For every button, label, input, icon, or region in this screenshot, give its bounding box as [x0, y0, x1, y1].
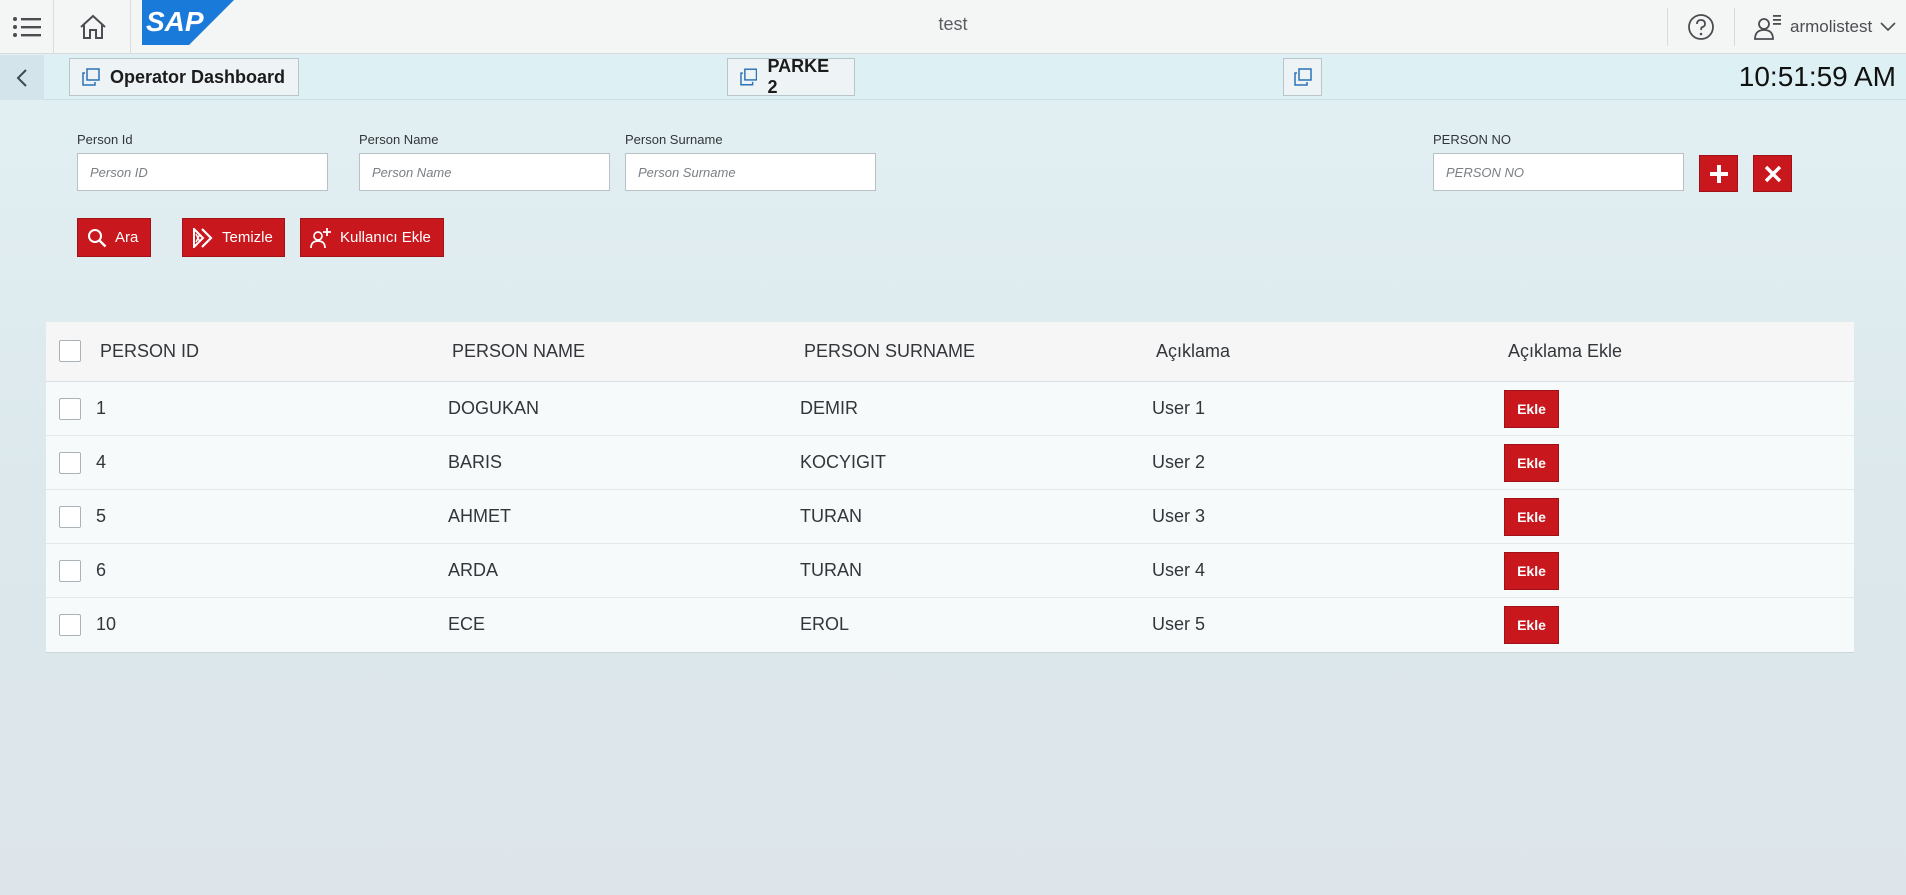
chevron-left-icon — [16, 68, 27, 87]
cell-aciklama: User 5 — [1152, 614, 1206, 634]
home-button[interactable] — [55, 0, 131, 54]
parke-label: PARKE 2 — [767, 56, 830, 97]
operator-dashboard-button[interactable]: Operator Dashboard — [69, 58, 299, 96]
menu-button[interactable] — [0, 0, 54, 54]
table-row[interactable]: 1 DOGUKAN DEMIR User 1 Ekle — [46, 382, 1854, 436]
open-window-icon — [1293, 68, 1312, 86]
row-checkbox[interactable] — [59, 452, 81, 474]
sap-logo-text: SAP — [146, 6, 204, 37]
plus-icon — [1709, 164, 1728, 183]
sub-header: Operator Dashboard PARKE 2 10:51:59 AM — [0, 55, 1906, 100]
table-row[interactable]: 6 ARDA TURAN User 4 Ekle — [46, 544, 1854, 598]
divider — [1667, 8, 1668, 46]
cell-person-surname: DEMIR — [800, 398, 858, 418]
person-id-label: Person Id — [77, 132, 133, 147]
cell-person-name: AHMET — [448, 506, 511, 526]
column-header-person-surname[interactable]: PERSON SURNAME — [804, 341, 975, 362]
cell-person-name: DOGUKAN — [448, 398, 540, 418]
cell-person-id: 10 — [96, 614, 117, 634]
user-menu[interactable]: armolistest — [1742, 0, 1906, 54]
person-no-input[interactable] — [1433, 153, 1684, 191]
back-button[interactable] — [0, 55, 44, 100]
clear-filter-icon — [193, 227, 213, 248]
help-icon — [1688, 14, 1714, 40]
clear-label: Temizle — [222, 229, 273, 246]
ekle-button[interactable]: Ekle — [1504, 606, 1559, 644]
cell-person-surname: EROL — [800, 614, 850, 634]
add-person-button[interactable] — [1699, 155, 1738, 192]
user-name: armolistest — [1790, 17, 1873, 36]
open-window-icon — [740, 68, 758, 86]
help-button[interactable] — [1670, 0, 1732, 54]
open-window-button[interactable] — [1283, 58, 1322, 96]
cell-aciklama: User 1 — [1152, 398, 1206, 418]
row-checkbox[interactable] — [59, 398, 81, 420]
person-surname-input[interactable] — [625, 153, 876, 191]
cell-person-name: ARDA — [448, 560, 499, 580]
select-all-checkbox[interactable] — [59, 340, 81, 362]
clock: 10:51:59 AM — [1738, 61, 1896, 92]
person-id-field: Person Id — [77, 132, 328, 191]
cell-person-id: 6 — [96, 560, 107, 580]
column-header-aciklama[interactable]: Açıklama — [1156, 341, 1230, 362]
person-name-field: Person Name — [359, 132, 610, 191]
search-icon — [88, 228, 107, 247]
person-surname-label: Person Surname — [625, 132, 723, 147]
row-checkbox[interactable] — [59, 506, 81, 528]
home-icon — [79, 14, 106, 39]
menu-icon — [12, 17, 41, 37]
parke-button[interactable]: PARKE 2 — [727, 56, 855, 97]
person-name-input[interactable] — [359, 153, 610, 191]
cell-person-id: 1 — [96, 398, 107, 418]
ekle-button[interactable]: Ekle — [1504, 444, 1559, 482]
person-name-label: Person Name — [359, 132, 439, 147]
cell-person-surname: KOCYIGIT — [800, 452, 887, 472]
person-no-field: PERSON NO — [1433, 132, 1684, 191]
column-header-aciklama-ekle[interactable]: Açıklama Ekle — [1508, 341, 1622, 362]
user-settings-icon — [1754, 15, 1781, 40]
operator-dashboard-label: Operator Dashboard — [110, 66, 286, 87]
close-icon — [1764, 165, 1781, 182]
cell-person-name: ECE — [448, 614, 486, 634]
chevron-down-icon — [1880, 22, 1896, 32]
person-id-input[interactable] — [77, 153, 328, 191]
cell-aciklama: User 3 — [1152, 506, 1206, 526]
add-user-button[interactable]: Kullanıcı Ekle — [300, 218, 444, 257]
cell-aciklama: User 2 — [1152, 452, 1206, 472]
cell-person-name: BARIS — [448, 452, 503, 472]
ekle-button[interactable]: Ekle — [1504, 552, 1559, 590]
cell-person-id: 5 — [96, 506, 107, 526]
ekle-button[interactable]: Ekle — [1504, 390, 1559, 428]
add-user-icon — [310, 227, 331, 248]
column-header-person-id[interactable]: PERSON ID — [100, 341, 199, 362]
search-button[interactable]: Ara — [77, 218, 151, 257]
ekle-button[interactable]: Ekle — [1504, 498, 1559, 536]
cell-aciklama: User 4 — [1152, 560, 1206, 580]
person-table: PERSON ID PERSON NAME PERSON SURNAME Açı… — [46, 322, 1854, 653]
add-user-label: Kullanıcı Ekle — [340, 229, 431, 246]
sap-logo[interactable]: SAP — [142, 0, 234, 45]
table-row[interactable]: 10 ECE EROL User 5 Ekle — [46, 598, 1854, 652]
row-checkbox[interactable] — [59, 614, 81, 636]
person-no-label: PERSON NO — [1433, 132, 1512, 147]
cell-person-surname: TURAN — [800, 506, 862, 526]
row-checkbox[interactable] — [59, 560, 81, 582]
table-header: PERSON ID PERSON NAME PERSON SURNAME Açı… — [46, 322, 1854, 382]
clear-person-no-button[interactable] — [1753, 155, 1792, 192]
cell-person-id: 4 — [96, 452, 107, 472]
table-row[interactable]: 4 BARIS KOCYIGIT User 2 Ekle — [46, 436, 1854, 490]
search-label: Ara — [115, 229, 139, 246]
shell-title: test — [938, 14, 968, 34]
divider — [1734, 8, 1735, 46]
shell-header: SAP test armolistest — [0, 0, 1906, 54]
table-row[interactable]: 5 AHMET TURAN User 3 Ekle — [46, 490, 1854, 544]
column-header-person-name[interactable]: PERSON NAME — [452, 341, 585, 362]
cell-person-surname: TURAN — [800, 560, 862, 580]
clear-button[interactable]: Temizle — [182, 218, 285, 257]
person-surname-field: Person Surname — [625, 132, 876, 191]
open-window-icon — [82, 68, 100, 86]
